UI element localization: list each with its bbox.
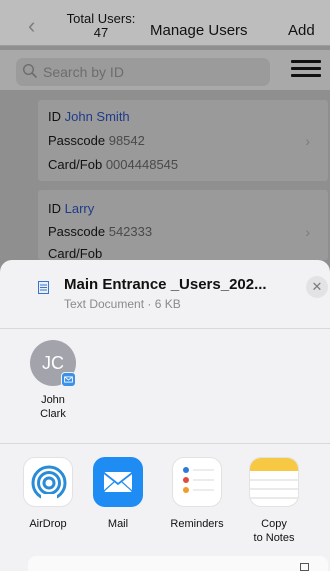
passcode-row: Passcode 542333 — [48, 224, 152, 239]
card-fob-label: Card/Fob — [48, 157, 103, 172]
card-fob-row: Card/Fob 0004448545 — [48, 157, 178, 172]
card-fob-value: 0004448545 — [105, 157, 179, 172]
mail-badge-icon — [61, 372, 76, 387]
mail-icon — [93, 457, 143, 507]
copy-to-notes-line1: Copy — [261, 518, 287, 530]
airdrop-icon — [23, 457, 73, 507]
search-row: Search by ID — [0, 50, 330, 90]
search-icon — [22, 63, 37, 78]
card-fob-row: Card/Fob — [48, 246, 102, 261]
user-id-row: ID Larry — [48, 201, 94, 216]
navigation-bar: ‹ Total Users: 47 Manage Users Add — [0, 0, 330, 46]
id-value: Larry — [64, 201, 95, 216]
chevron-right-icon: › — [305, 133, 310, 149]
card-fob-label: Card/Fob — [48, 246, 103, 261]
user-card[interactable]: ID John Smith Passcode 98542 Card/Fob 00… — [38, 100, 328, 181]
divider — [0, 443, 330, 444]
chevron-right-icon: › — [305, 224, 310, 240]
reminders-label: Reminders — [170, 518, 224, 530]
shared-file-meta: Text Document · 6 KB — [64, 297, 181, 311]
id-label: ID — [48, 109, 61, 124]
copy-to-notes-line2: to Notes — [253, 532, 295, 544]
user-id-row: ID John Smith — [48, 109, 130, 124]
id-value: John Smith — [64, 109, 130, 124]
airdrop-label: AirDrop — [29, 518, 67, 530]
passcode-label: Passcode — [48, 133, 106, 148]
shared-file-name: Main Entrance _Users_202... — [64, 276, 267, 293]
mail-label: Mail — [107, 518, 129, 530]
notes-icon — [249, 457, 299, 507]
total-users: Total Users: 47 — [60, 12, 142, 40]
search-placeholder: Search by ID — [43, 64, 124, 80]
user-card[interactable]: ID Larry Passcode 542333 Card/Fob › — [38, 190, 328, 261]
document-action-icon — [300, 563, 309, 571]
contact-last-name: Clark — [40, 408, 66, 420]
page-title: Manage Users — [150, 22, 248, 39]
passcode-value: 542333 — [108, 224, 153, 239]
close-icon[interactable]: ✕ — [306, 276, 328, 298]
total-users-label: Total Users: — [66, 11, 136, 26]
copy-to-notes-label: Copy to Notes — [241, 517, 307, 545]
passcode-row: Passcode 98542 — [48, 133, 145, 148]
hamburger-menu-icon[interactable] — [291, 60, 321, 82]
divider — [0, 328, 330, 329]
text-document-icon — [38, 281, 49, 294]
id-label: ID — [48, 201, 61, 216]
chevron-left-icon[interactable]: ‹ — [28, 13, 35, 39]
share-sheet: Main Entrance _Users_202... Text Documen… — [0, 260, 330, 571]
add-button[interactable]: Add — [288, 22, 315, 39]
passcode-value: 98542 — [108, 133, 145, 148]
total-users-count: 47 — [93, 25, 109, 40]
passcode-label: Passcode — [48, 224, 106, 239]
contact-first-name: John — [41, 394, 65, 406]
actions-list-peek[interactable] — [28, 556, 328, 571]
search-input[interactable]: Search by ID — [16, 58, 270, 86]
contact-name: John Clark — [20, 393, 86, 421]
reminders-icon — [172, 457, 222, 507]
